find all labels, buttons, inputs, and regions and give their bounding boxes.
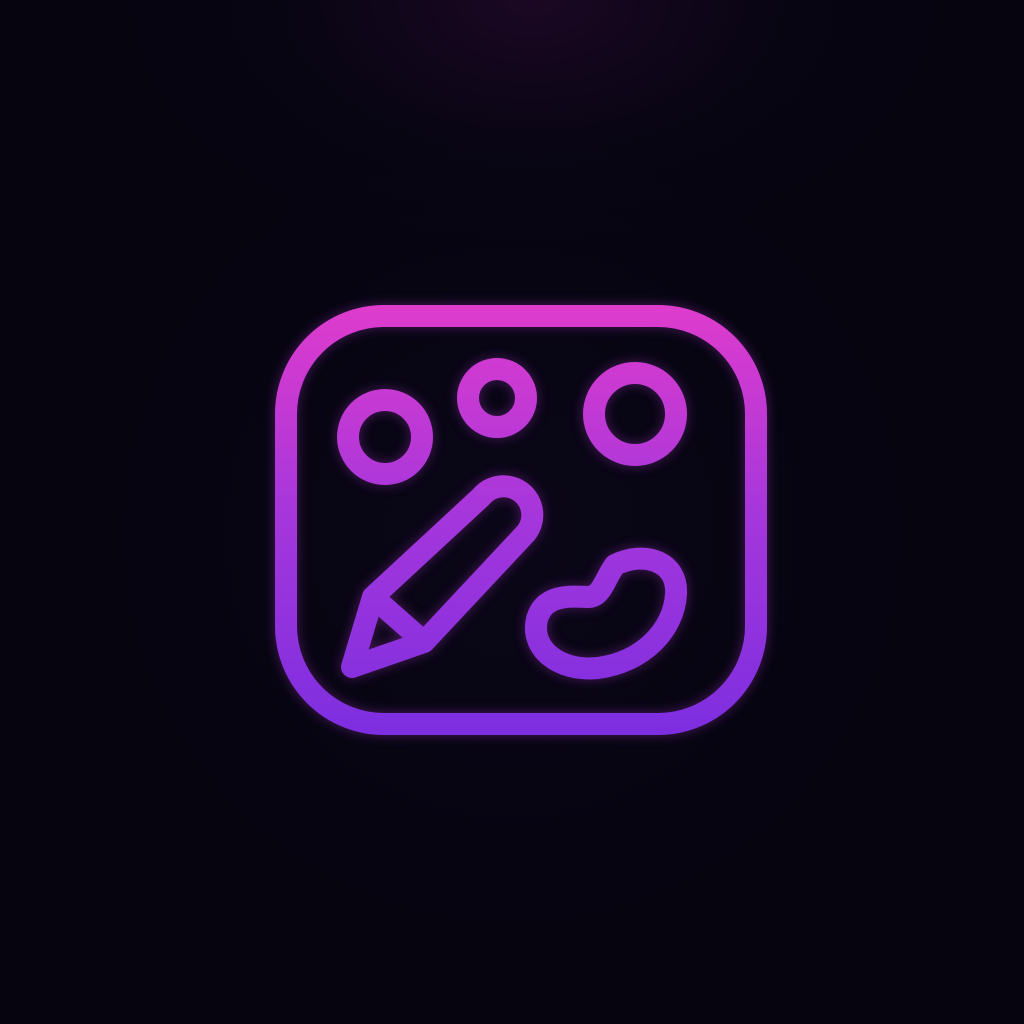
- paint-dot-middle: [457, 358, 537, 438]
- icon-canvas: [0, 0, 1024, 1024]
- paint-blob: [524, 547, 687, 680]
- pencil-icon: [341, 475, 544, 678]
- art-palette-icon: [275, 305, 767, 735]
- paint-dot-right: [583, 362, 687, 466]
- paint-dot-left: [337, 389, 433, 485]
